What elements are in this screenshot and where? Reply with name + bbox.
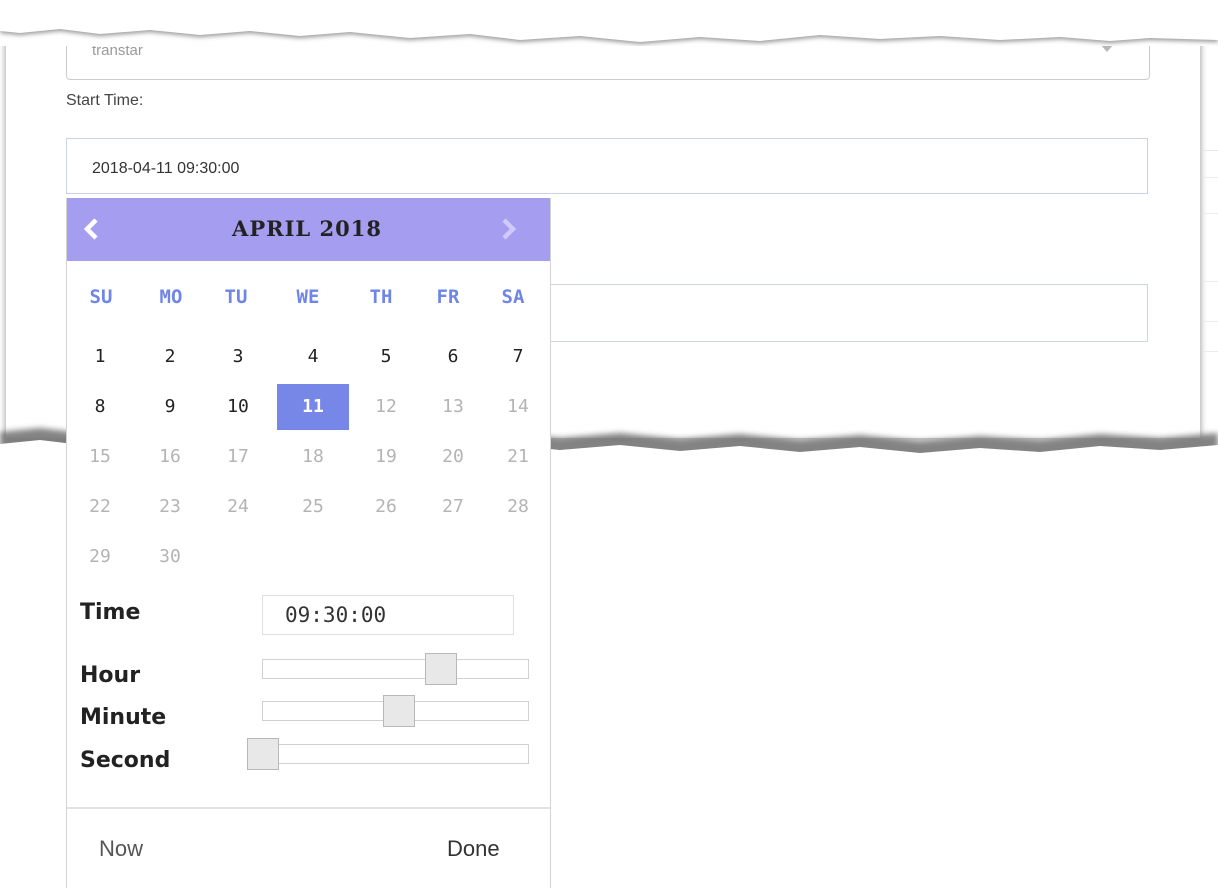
now-button[interactable]: Now	[99, 836, 143, 862]
calendar-day: 23	[159, 496, 181, 517]
calendar-day[interactable]: 9	[134, 384, 206, 430]
weekday-sa: SA	[501, 286, 525, 308]
calendar-day: 16	[159, 446, 181, 467]
minute-label: Minute	[80, 705, 167, 730]
picker-header: APRIL 2018	[67, 198, 550, 261]
hour-slider[interactable]	[262, 653, 529, 685]
calendar-day[interactable]: 11	[277, 384, 349, 430]
done-button[interactable]: Done	[447, 836, 500, 862]
calendar-day[interactable]: 2	[134, 334, 206, 380]
calendar-day: 20	[442, 446, 464, 467]
chevron-right-icon	[502, 218, 517, 240]
calendar-day[interactable]: 8	[64, 384, 136, 430]
calendar-day: 30	[159, 546, 181, 567]
calendar-day: 29	[89, 546, 111, 567]
second-slider-handle[interactable]	[247, 738, 279, 770]
calendar-day: 25	[302, 496, 324, 517]
calendar-day[interactable]: 3	[202, 334, 274, 380]
weekday-mo: MO	[159, 286, 183, 308]
weekday-fr: FR	[436, 286, 460, 308]
start-time-value: 2018-04-11 09:30:00	[92, 160, 240, 177]
minute-slider-handle[interactable]	[383, 695, 415, 727]
calendar-day: 22	[89, 496, 111, 517]
second-slider[interactable]	[247, 738, 529, 770]
right-gutter	[1203, 150, 1218, 431]
time-value-display: 09:30:00	[262, 595, 514, 635]
calendar-day: 21	[507, 446, 529, 467]
calendar-day[interactable]: 5	[350, 334, 422, 380]
next-month-button[interactable]	[499, 212, 529, 246]
torn-edge-top	[0, 0, 1218, 46]
second-label: Second	[80, 748, 171, 773]
weekday-su: SU	[89, 286, 113, 308]
hour-slider-handle[interactable]	[425, 653, 457, 685]
calendar-day[interactable]: 7	[482, 334, 554, 380]
calendar-day[interactable]: 4	[277, 334, 349, 380]
calendar-day: 19	[375, 446, 397, 467]
calendar-day: 26	[375, 496, 397, 517]
time-label: Time	[80, 600, 141, 625]
calendar-day[interactable]: 6	[417, 334, 489, 380]
hour-label: Hour	[80, 663, 141, 688]
footer-divider	[67, 807, 550, 809]
calendar-day: 13	[442, 396, 464, 417]
calendar-day: 28	[507, 496, 529, 517]
calendar-day: 12	[375, 396, 397, 417]
minute-slider[interactable]	[262, 695, 529, 727]
calendar-day[interactable]: 1	[64, 334, 136, 380]
weekday-we: WE	[296, 286, 320, 308]
calendar-day: 24	[227, 496, 249, 517]
calendar-day: 17	[227, 446, 249, 467]
start-time-label: Start Time:	[66, 92, 144, 109]
weekday-th: TH	[369, 286, 393, 308]
month-title: APRIL 2018	[232, 216, 382, 241]
datetime-picker: APRIL 2018 SU MO TU WE TH FR SA 1 2 3 4 5 6 7 8 9 10 11 1…	[66, 198, 551, 888]
calendar-day: 14	[507, 396, 529, 417]
weekday-tu: TU	[224, 286, 248, 308]
prev-month-button[interactable]	[81, 212, 111, 246]
calendar-day[interactable]: 10	[202, 384, 274, 430]
calendar-day: 18	[302, 446, 324, 467]
calendar-day: 27	[442, 496, 464, 517]
calendar-day: 15	[89, 446, 111, 467]
end-time-input[interactable]	[548, 284, 1148, 342]
chevron-left-icon	[83, 218, 98, 240]
